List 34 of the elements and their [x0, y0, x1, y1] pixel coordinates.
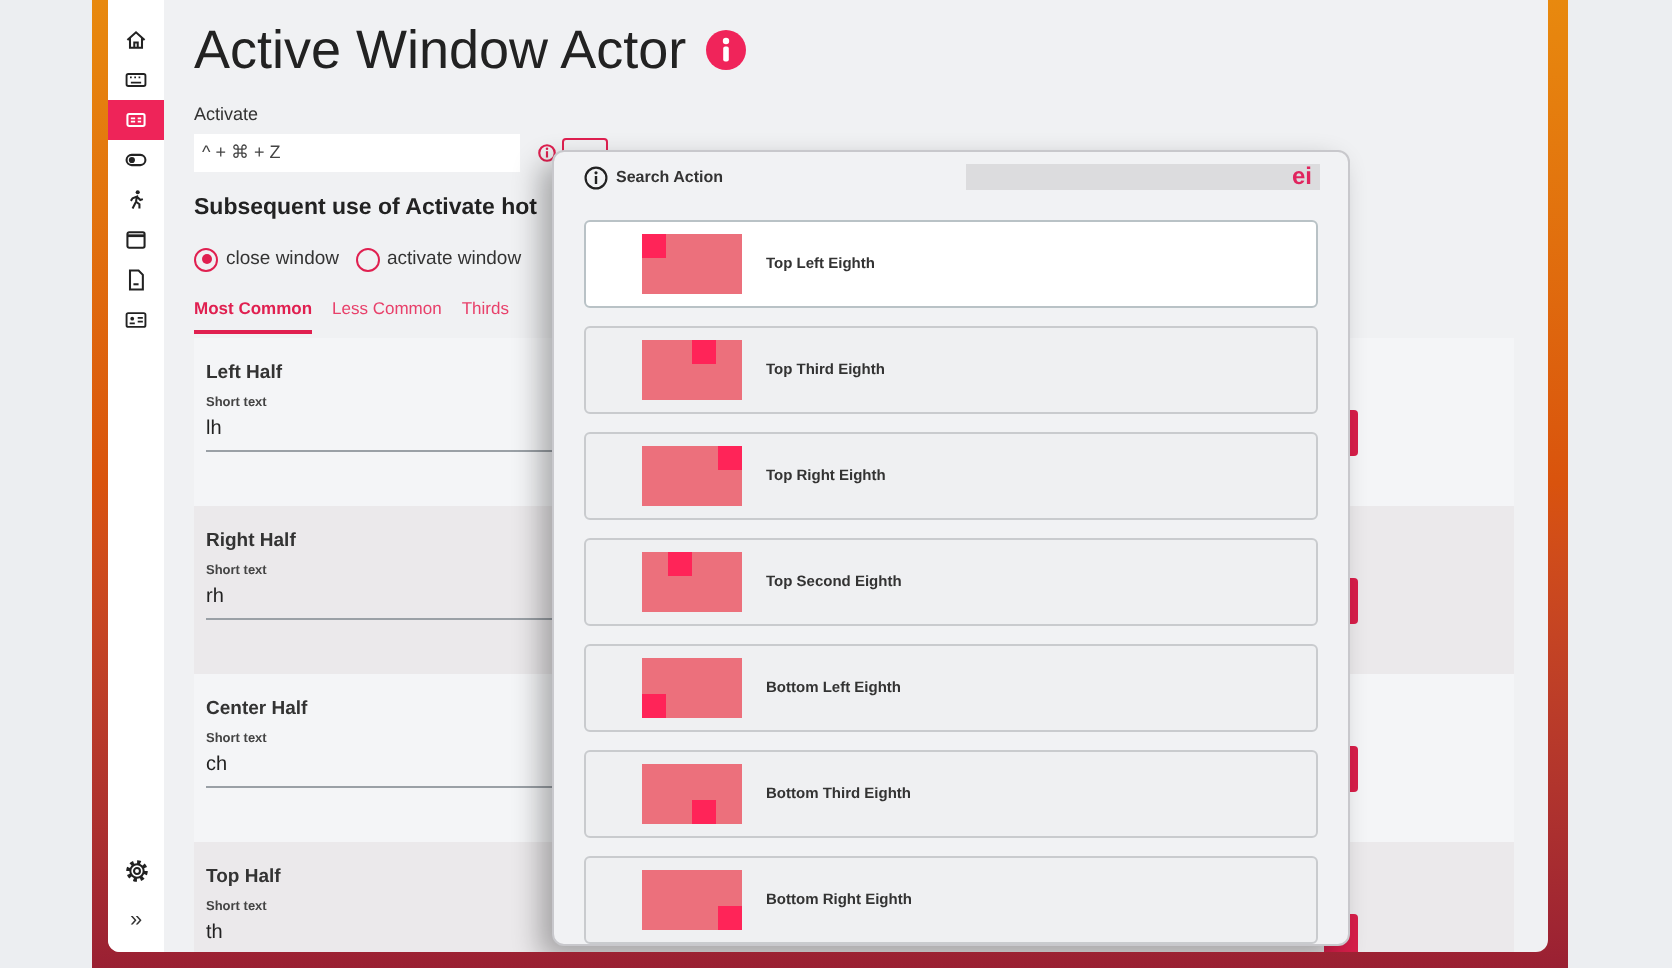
radio-button[interactable]	[355, 247, 379, 272]
radio-label: close window	[226, 245, 339, 274]
window-icon	[124, 108, 148, 132]
radio-label: activate window	[387, 245, 522, 274]
action-title: Left Half	[206, 359, 282, 388]
id-card-icon	[124, 308, 148, 332]
keyboard-icon	[124, 68, 148, 92]
window-position-icon	[642, 340, 742, 400]
section-heading: Subsequent use of Activate hot	[194, 193, 537, 223]
tab[interactable]: Most Common	[194, 296, 313, 334]
settings-icon[interactable]	[123, 858, 149, 884]
window-position-icon	[642, 446, 742, 506]
action-title: Center Half	[206, 695, 308, 724]
document-icon	[124, 268, 148, 292]
page-title: Active Window Actor	[194, 18, 687, 84]
window-position-icon	[642, 870, 742, 930]
action-title: Right Half	[206, 527, 296, 556]
window-position-icon	[642, 764, 742, 824]
action-title: Top Half	[206, 863, 281, 892]
window-icon	[124, 228, 148, 252]
running-person-icon	[124, 188, 148, 212]
window-position-icon	[642, 234, 742, 294]
toggle-icon	[124, 148, 148, 172]
info-icon	[584, 165, 608, 189]
home-icon	[124, 28, 148, 52]
info-icon	[538, 143, 556, 161]
expand-button[interactable]: »	[129, 908, 143, 932]
hotkey-field[interactable]: ^ + ⌘ + Z	[194, 133, 520, 171]
dialog-title: Search Action	[616, 165, 723, 189]
info-icon	[706, 30, 747, 70]
window-position-icon	[642, 552, 742, 612]
radio-button[interactable]	[194, 247, 218, 272]
window-position-icon	[642, 658, 742, 718]
field-label: Activate	[194, 102, 261, 128]
